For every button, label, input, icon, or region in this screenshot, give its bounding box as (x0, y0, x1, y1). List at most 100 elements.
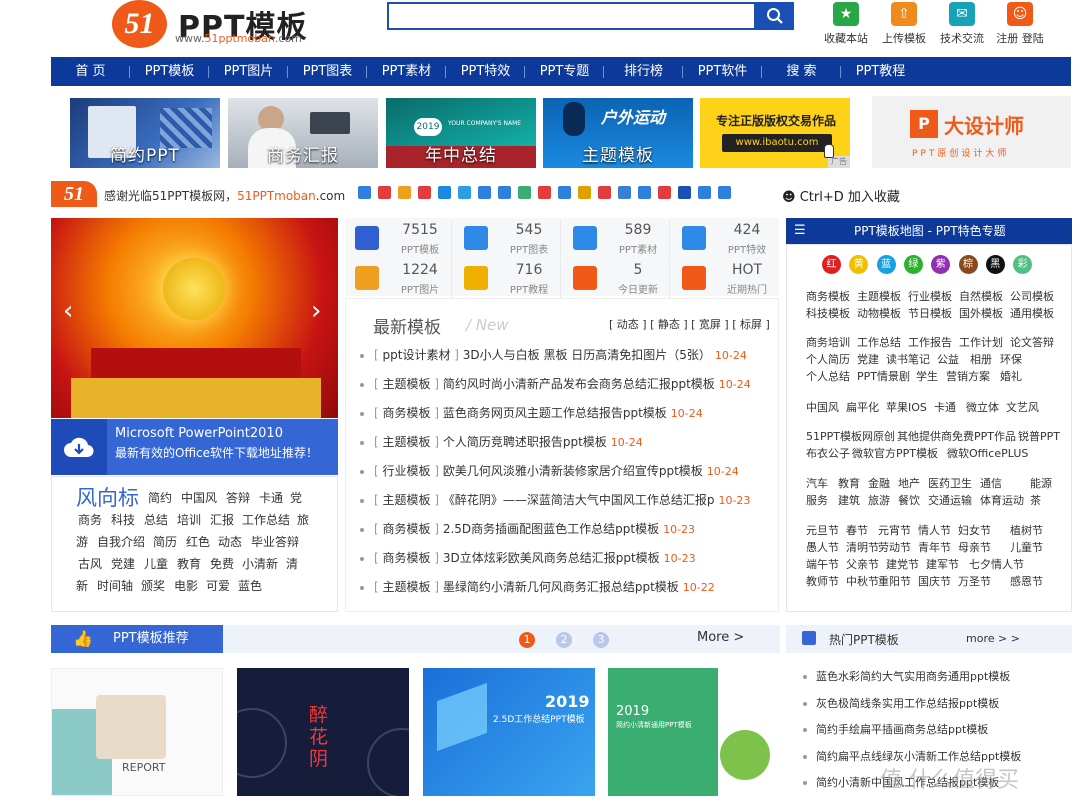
news-item[interactable]: [ 商务模板 ] 3D立体炫彩欧美风商务总结汇报ppt模板 10-23 (360, 549, 696, 566)
stat-item[interactable]: 7515 PPT模板 (345, 220, 452, 258)
banner-designer[interactable]: P 大设计师 PPT原创设计大师 (872, 96, 1071, 168)
map-link[interactable]: 学生 (916, 368, 938, 384)
map-link[interactable]: 端午节 (806, 556, 839, 572)
share-icon[interactable] (558, 186, 571, 199)
tag-link[interactable]: 总结 (144, 511, 168, 528)
news-item[interactable]: [ 行业模板 ] 欧美几何风淡雅小清新装修家居介绍宣传ppt模板 10-24 (360, 462, 739, 479)
color-filter-3[interactable]: 绿 (903, 255, 923, 274)
map-link[interactable]: 工作报告 (908, 334, 952, 350)
banner-simple-ppt[interactable]: 简约PPT (70, 98, 220, 168)
tag-link[interactable]: 红色 (186, 533, 210, 550)
map-link[interactable]: 锐普PPT (1018, 428, 1060, 444)
news-item[interactable]: [ 商务模板 ] 蓝色商务网页风主题工作总结报告ppt模板 10-24 (360, 404, 703, 421)
map-link[interactable]: 文艺风 (1006, 399, 1039, 415)
map-link[interactable]: 春节 (846, 522, 868, 538)
share-icon[interactable] (458, 186, 471, 199)
thumb-fresh[interactable]: 2019 简约小清新通用PPT模板 (608, 668, 780, 796)
thumb-25d[interactable]: 2019 2.5D工作总结PPT模板 (423, 668, 595, 796)
map-link[interactable]: 地产 (898, 475, 920, 491)
tag-link[interactable]: 教育 (177, 555, 201, 572)
news-category[interactable]: 主题模板 (383, 493, 431, 507)
tag-link[interactable]: 可爱 (206, 577, 230, 594)
share-icon[interactable] (358, 186, 371, 199)
map-link[interactable]: 动物模板 (857, 305, 901, 321)
map-link[interactable]: 愚人节 (806, 539, 839, 555)
map-link[interactable]: 清明节 (846, 539, 879, 555)
tag-link[interactable]: 商务 (78, 511, 102, 528)
color-filter-2[interactable]: 蓝 (876, 255, 896, 274)
tag-link[interactable]: 游 (76, 533, 88, 550)
map-link[interactable]: 微软官方PPT模板 (852, 445, 938, 461)
stat-item[interactable]: 424 PPT特效 (672, 220, 779, 258)
map-link[interactable]: 扁平化 (846, 399, 879, 415)
share-icon[interactable] (498, 186, 511, 199)
hot-item[interactable]: 蓝色水彩简约大气实用商务通用ppt模板 (803, 668, 1010, 684)
news-category[interactable]: 商务模板 (383, 551, 431, 565)
tag-link[interactable]: 动态 (218, 533, 242, 550)
map-link[interactable]: 个人总结 (806, 368, 850, 384)
slider-prev-icon[interactable]: ‹ (63, 296, 73, 326)
page-dot-2[interactable]: 2 (556, 632, 572, 648)
map-link[interactable]: 能源 (1030, 475, 1052, 491)
map-link[interactable]: 通用模板 (1010, 305, 1054, 321)
news-item[interactable]: [ ppt设计素材 ] 3D小人与白板 黑板 日历高清免扣图片（5张） 10-24 (360, 346, 747, 363)
nav-item-6[interactable]: PPT专题 (525, 57, 604, 86)
nav-item-1[interactable]: PPT模板 (130, 57, 209, 86)
tag-link[interactable]: 简约 (148, 489, 172, 506)
share-icon[interactable] (598, 186, 611, 199)
news-title[interactable]: 欧美几何风淡雅小清新装修家居介绍宣传ppt模板 (443, 464, 703, 478)
nav-item-3[interactable]: PPT图表 (288, 57, 367, 86)
tag-link[interactable]: 答辩 (226, 489, 250, 506)
nav-item-10[interactable]: PPT教程 (841, 57, 920, 86)
tag-link[interactable]: 科技 (111, 511, 135, 528)
latest-filters[interactable]: [ 动态 ] [ 静态 ] [ 宽屏 ] [ 标屏 ] (609, 316, 770, 332)
search-button[interactable] (756, 2, 794, 30)
nav-item-8[interactable]: PPT软件 (683, 57, 762, 86)
banner-business-report[interactable]: 商务汇报 (228, 98, 378, 168)
tag-link[interactable]: 时间轴 (97, 577, 133, 594)
tag-link[interactable]: 党建 (111, 555, 135, 572)
map-link[interactable]: 商务培训 (806, 334, 850, 350)
news-category[interactable]: 主题模板 (383, 435, 431, 449)
map-link[interactable]: 苹果IOS (886, 399, 927, 415)
tag-link[interactable]: 毕业答辩 (251, 533, 299, 550)
share-icon[interactable] (718, 186, 731, 199)
map-link[interactable]: 教育 (838, 475, 860, 491)
news-title[interactable]: 3D小人与白板 黑板 日历高清免扣图片（5张） (463, 348, 711, 362)
nav-item-4[interactable]: PPT素材 (367, 57, 446, 86)
nav-item-0[interactable]: 首 页 (51, 57, 130, 86)
map-link[interactable]: 主题模板 (857, 288, 901, 304)
map-link[interactable]: 重阳节 (878, 573, 911, 589)
news-item[interactable]: [ 主题模板 ] 《醉花阴》——深蓝简洁大气中国风工作总结汇报p 10-23 (360, 491, 750, 508)
share-icon[interactable] (418, 186, 431, 199)
top-link-0[interactable]: ★ 收藏本站 (818, 2, 874, 46)
map-link[interactable]: 医药卫生 (928, 475, 972, 491)
stat-item[interactable]: 716 PPT教程 (454, 260, 561, 298)
tag-link[interactable]: 旅 (297, 511, 309, 528)
map-link[interactable]: 微软OfficePLUS (947, 445, 1028, 461)
news-title[interactable]: 简约风时尚小清新产品发布会商务总结汇报ppt模板 (443, 377, 715, 391)
tag-link[interactable]: 免费 (210, 555, 234, 572)
tag-link[interactable]: 小清新 (242, 555, 278, 572)
map-link[interactable]: 青年节 (918, 539, 951, 555)
add-favorite[interactable]: ☻ Ctrl+D 加入收藏 (782, 186, 900, 205)
news-category[interactable]: 主题模板 (383, 377, 431, 391)
map-link[interactable]: 行业模板 (908, 288, 952, 304)
share-icon[interactable] (398, 186, 411, 199)
map-link[interactable]: 服务 (806, 492, 828, 508)
banner-theme-template[interactable]: 户外运动 主题模板 (543, 98, 693, 168)
share-icon[interactable] (378, 186, 391, 199)
nav-item-7[interactable]: 排行榜 (604, 57, 683, 86)
map-link[interactable]: 元宵节 (878, 522, 911, 538)
slider-next-icon[interactable]: › (311, 296, 321, 326)
map-link[interactable]: 教师节 (806, 573, 839, 589)
news-item[interactable]: [ 主题模板 ] 个人简历竞聘述职报告ppt模板 10-24 (360, 433, 643, 450)
map-link[interactable]: 儿童节 (1010, 539, 1043, 555)
map-link[interactable]: 万圣节 (958, 573, 991, 589)
top-link-3[interactable]: ☺ 注册 登陆 (992, 2, 1048, 46)
map-link[interactable]: 体育运动 (980, 492, 1024, 508)
map-link[interactable]: 布衣公子 (806, 445, 850, 461)
banner-ad-ibaotu[interactable]: 专注正版版权交易作品 www.ibaotu.com 广告 (700, 98, 850, 168)
map-link[interactable]: 劳动节 (878, 539, 911, 555)
thumb-report[interactable]: REPORT (51, 668, 223, 796)
